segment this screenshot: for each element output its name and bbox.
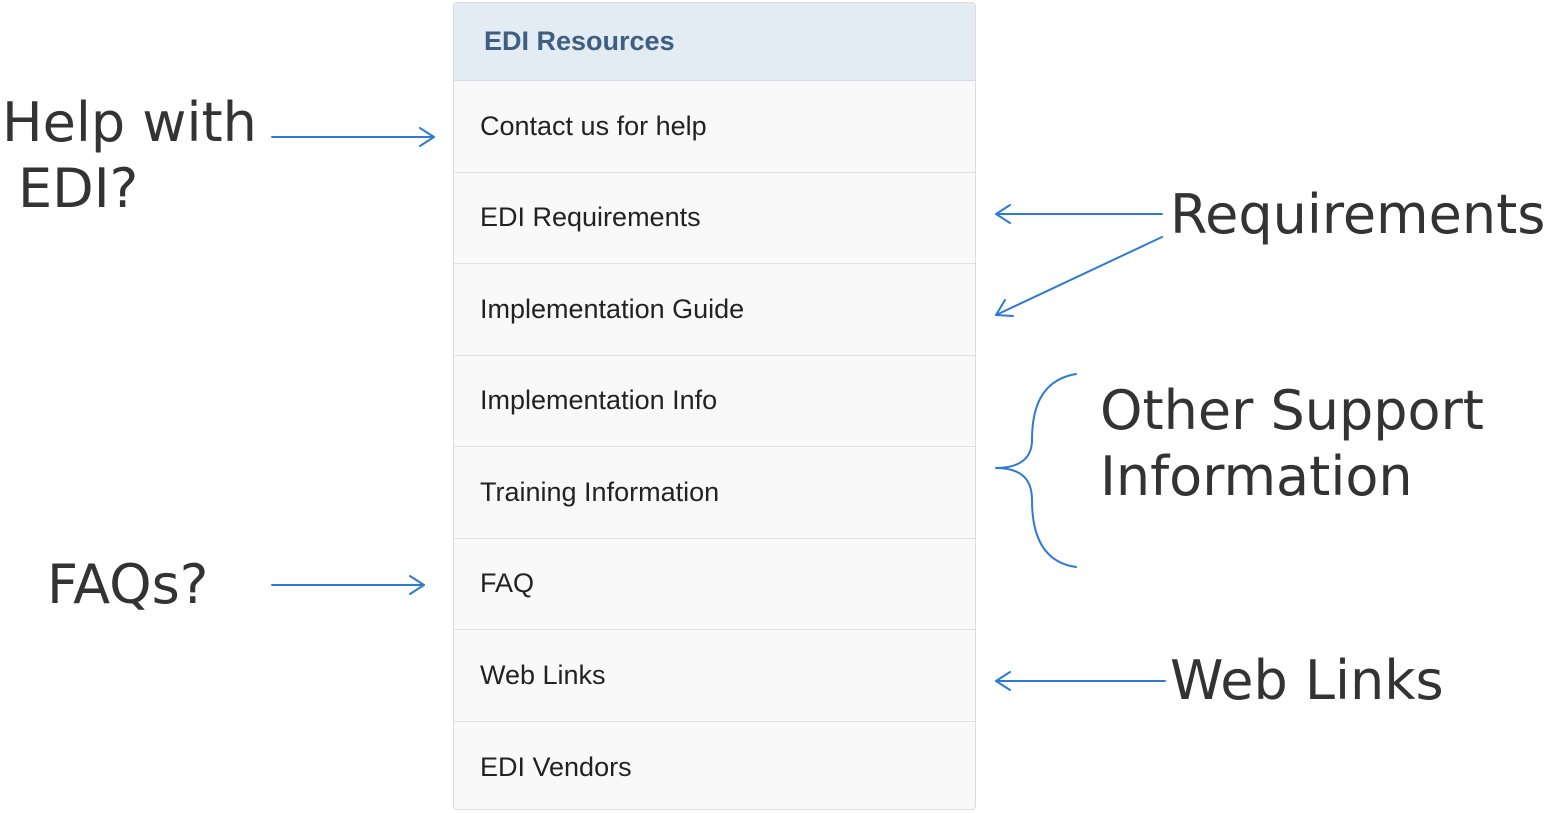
arrow-requirements-1 (995, 204, 1163, 224)
menu-item-implementation-guide[interactable]: Implementation Guide (454, 264, 975, 356)
annotation-other-support: Other Support Information (1100, 378, 1484, 510)
menu-item-faq[interactable]: FAQ (454, 538, 975, 630)
menu-item-implementation-info[interactable]: Implementation Info (454, 355, 975, 447)
menu-item-contact-us[interactable]: Contact us for help (454, 81, 975, 173)
edi-resources-panel: EDI Resources Contact us for help EDI Re… (453, 2, 976, 810)
arrow-web-links (995, 671, 1166, 691)
annotation-requirements: Requirements (1170, 183, 1546, 246)
annotation-other-line1: Other Support (1100, 379, 1484, 442)
arrow-faqs (271, 575, 425, 595)
annotation-faqs: FAQs? (47, 553, 209, 616)
menu-item-edi-vendors[interactable]: EDI Vendors (454, 721, 975, 809)
brace-other-support (995, 373, 1077, 568)
arrow-requirements-2 (995, 236, 1163, 317)
menu-item-training-information[interactable]: Training Information (454, 447, 975, 539)
menu-item-edi-requirements[interactable]: EDI Requirements (454, 172, 975, 264)
resource-menu: Contact us for help EDI Requirements Imp… (454, 81, 975, 809)
stage: EDI Resources Contact us for help EDI Re… (0, 0, 1565, 813)
annotation-help-line2: EDI? (18, 157, 139, 220)
panel-title: EDI Resources (454, 3, 975, 81)
annotation-other-line2: Information (1100, 445, 1413, 508)
annotation-web-links: Web Links (1170, 649, 1444, 712)
annotation-help-line1: Help with (2, 91, 257, 154)
menu-item-web-links[interactable]: Web Links (454, 630, 975, 722)
annotation-help: Help with EDI? (2, 90, 257, 222)
arrow-help (271, 127, 435, 147)
